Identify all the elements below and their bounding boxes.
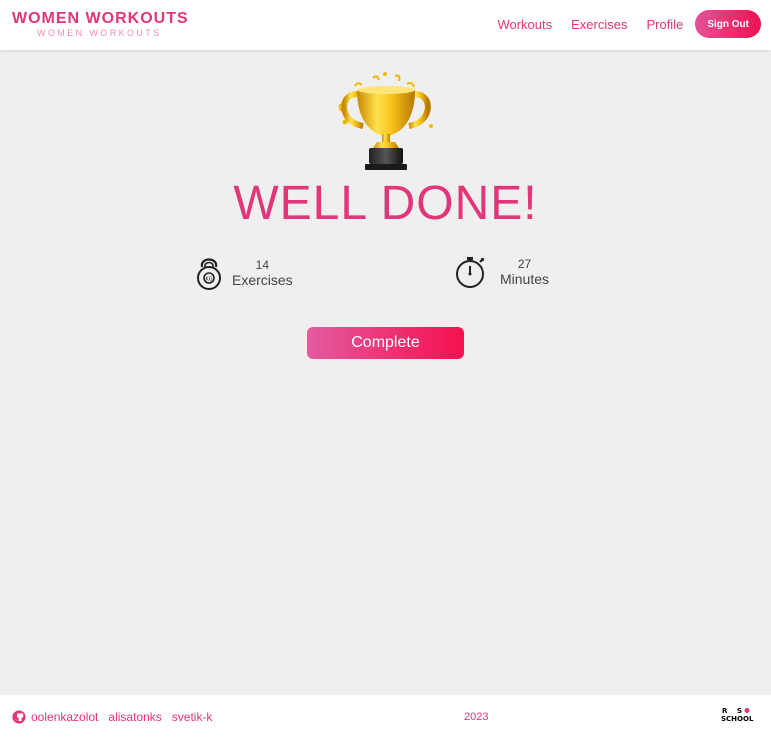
svg-text:R: R [722, 707, 728, 715]
svg-text:S: S [737, 707, 742, 715]
exercises-count: 14 [255, 257, 270, 272]
kettlebell-icon: KG [197, 258, 221, 290]
main-nav: Workouts Exercises Profile Sign Out [497, 10, 761, 38]
author-link-svetik-k[interactable]: svetik-k [172, 710, 213, 724]
exercises-stat-text: 14 Exercises [232, 258, 293, 289]
complete-button[interactable]: Complete [307, 327, 464, 359]
well-done-title: WELL DONE! [233, 177, 538, 230]
trophy-icon [338, 72, 433, 170]
minutes-count: 27 [517, 256, 532, 271]
copyright-year: 2023 [464, 711, 489, 723]
svg-text:SCHOOL: SCHOOL [721, 715, 754, 723]
nav-link-profile[interactable]: Profile [646, 17, 683, 32]
author-link-alisatonks[interactable]: alisatonks [108, 710, 161, 724]
header: WOMEN WORKOUTS WOMEN WORKOUTS Workouts E… [0, 0, 771, 50]
minutes-label: Minutes [500, 270, 550, 287]
sign-out-button[interactable]: Sign Out [695, 10, 761, 38]
author-link-oolenkazolot[interactable]: oolenkazolot [31, 710, 98, 724]
minutes-stat: 27 Minutes [455, 255, 549, 289]
github-icon [12, 710, 26, 724]
exercises-stat: KG 14 Exercises [195, 255, 293, 291]
svg-text:KG: KG [205, 277, 212, 283]
authors-list: oolenkazolot alisatonks svetik-k [12, 710, 222, 724]
nav-link-workouts[interactable]: Workouts [497, 17, 552, 32]
logo-title: WOMEN WORKOUTS [12, 10, 189, 27]
stopwatch-icon [456, 257, 485, 288]
nav-link-exercises[interactable]: Exercises [571, 17, 627, 32]
footer: oolenkazolot alisatonks svetik-k 2023 R … [0, 695, 771, 738]
minutes-stat-text: 27 Minutes [500, 257, 549, 288]
logo[interactable]: WOMEN WORKOUTS WOMEN WORKOUTS [12, 10, 189, 39]
exercises-label: Exercises [232, 271, 293, 288]
rs-school-logo[interactable]: R S SCHOOL [720, 705, 760, 723]
logo-subtitle: WOMEN WORKOUTS [37, 28, 162, 38]
